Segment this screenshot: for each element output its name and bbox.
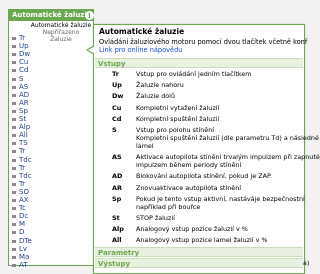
input-description: například při bouřce <box>136 202 201 211</box>
input-name: AS <box>112 153 122 162</box>
pin-connector[interactable] <box>12 45 16 49</box>
input-row: Up Žaluzie nahoru <box>94 81 304 90</box>
block-header[interactable]: Automatické žaluzie <box>9 10 93 21</box>
input-name: AR <box>112 183 123 192</box>
input-description: Žaluzie nahoru <box>136 81 184 90</box>
pin-label: AT <box>19 260 28 269</box>
pin-connector[interactable] <box>12 247 16 251</box>
input-description: Kompletní vytažení žaluzií <box>136 103 220 112</box>
pin-connector[interactable] <box>12 182 16 186</box>
input-name: Tr <box>112 70 119 78</box>
pin-connector[interactable] <box>12 37 16 40</box>
pin-connector[interactable] <box>12 263 16 267</box>
pin-connector[interactable] <box>12 109 16 113</box>
pin-connector[interactable] <box>12 207 16 211</box>
input-description: lamel <box>136 142 154 150</box>
input-row: Dw Žaluzie dolů <box>94 92 304 101</box>
pin-connector[interactable] <box>12 215 16 219</box>
pin-connector[interactable] <box>12 190 16 194</box>
info-icon[interactable]: i <box>85 11 94 20</box>
pin-connector[interactable] <box>12 118 16 121</box>
input-description: STOP žaluzií <box>136 214 175 222</box>
section-parameters[interactable]: Parametry <box>95 247 303 257</box>
input-description: Vstup pro polohu stínění <box>136 126 215 134</box>
input-description: impulzem během periody stínění <box>136 161 242 170</box>
input-name: Dw <box>112 92 124 101</box>
pin-connector[interactable] <box>12 93 16 97</box>
input-description: Kompletní spuštění žaluzií <box>136 114 220 123</box>
input-description: Pokud je tento vstup aktivní, nastáváje … <box>136 194 305 203</box>
pin-connector[interactable] <box>12 231 16 235</box>
input-name: Cd <box>112 114 122 123</box>
pin-connector[interactable] <box>12 142 16 146</box>
input-description: Analogový vstup pozice žaluzií v % <box>136 225 248 234</box>
pin-connector[interactable] <box>12 174 16 178</box>
input-description: Blokování autopilota stínění, pokud je Z… <box>136 172 272 181</box>
pin-connector[interactable] <box>12 53 16 57</box>
pin-connector[interactable] <box>12 223 16 227</box>
input-row: AD Blokování autopilota stínění, pokud je… <box>94 172 304 181</box>
input-row: Alp Analogový vstup pozice žaluzií v % <box>94 225 304 234</box>
input-row: Cd Kompletní spuštění žaluzií <box>94 115 304 124</box>
section-inputs[interactable]: Vstupy <box>95 58 303 68</box>
block-title: Automatické žaluzie <box>12 11 92 19</box>
input-row: Sp Pokud je tento vstup aktivní, nastáváj… <box>94 194 305 211</box>
input-name: S <box>112 126 117 134</box>
pin-connector[interactable] <box>12 199 16 202</box>
input-name: Alp <box>112 225 124 234</box>
input-description: Znovuaktivace autopilota stínění <box>136 183 242 192</box>
pin-connector[interactable] <box>12 85 16 89</box>
input-name: Sp <box>112 194 122 203</box>
pin-connector[interactable] <box>12 61 16 65</box>
pin-connector[interactable] <box>12 239 16 243</box>
input-name: Cu <box>112 103 122 112</box>
input-name: St <box>112 214 120 222</box>
input-pin[interactable]: AT <box>9 261 49 270</box>
input-row: St STOP žaluzií <box>94 214 304 223</box>
pin-connector[interactable] <box>12 126 16 130</box>
input-row: AR Znovuaktivace autopilota stínění <box>94 184 304 193</box>
pin-connector[interactable] <box>12 101 16 105</box>
pin-connector[interactable] <box>12 77 16 81</box>
input-description: Analogový vstup pozice lamel žaluzií v % <box>136 236 268 245</box>
pin-connector[interactable] <box>12 150 16 154</box>
input-name: Up <box>112 81 122 90</box>
pin-connector[interactable] <box>12 158 16 162</box>
pin-connector[interactable] <box>12 255 16 259</box>
block-name: Automatické žaluzie <box>30 22 92 29</box>
input-description: Žaluzie dolů <box>136 92 176 101</box>
input-row: S Vstup pro polohu stínění Kompletní spušt… <box>94 126 319 150</box>
section-outputs[interactable]: Výstupy <box>95 258 303 268</box>
input-description: Vstup pro ovládání jedním tlačítkem <box>136 70 252 78</box>
pin-connector[interactable] <box>12 166 16 170</box>
input-description: Aktivace autopilota stínění trvalým impu… <box>136 153 320 162</box>
online-help-link[interactable]: Link pro online nápovědu <box>99 46 182 54</box>
input-row: Cu Kompletní vytažení žaluzií <box>94 104 304 113</box>
input-row: Tr Vstup pro ovládání jedním tlačítkem <box>94 70 304 79</box>
tooltip-title: Automatické žaluzie <box>99 27 185 36</box>
input-row: All Analogový vstup pozice lamel žaluzií … <box>94 236 304 245</box>
tooltip-description: Ovládání žaluziového motoru pomocí dvou … <box>99 38 308 46</box>
input-description: Kompletní spuštění žaluzií (dle parametr… <box>136 134 319 142</box>
pin-connector[interactable] <box>12 134 16 138</box>
help-tooltip: Automatické žaluzie Ovládání žaluziového… <box>86 24 320 274</box>
input-row: AS Aktivace autopilota stínění trvalým im… <box>94 153 320 169</box>
pin-connector[interactable] <box>12 69 16 73</box>
input-name: AD <box>112 172 123 181</box>
input-name: All <box>112 236 122 245</box>
function-block[interactable]: Automatické žaluzie i Automatické žaluzi… <box>8 9 94 269</box>
